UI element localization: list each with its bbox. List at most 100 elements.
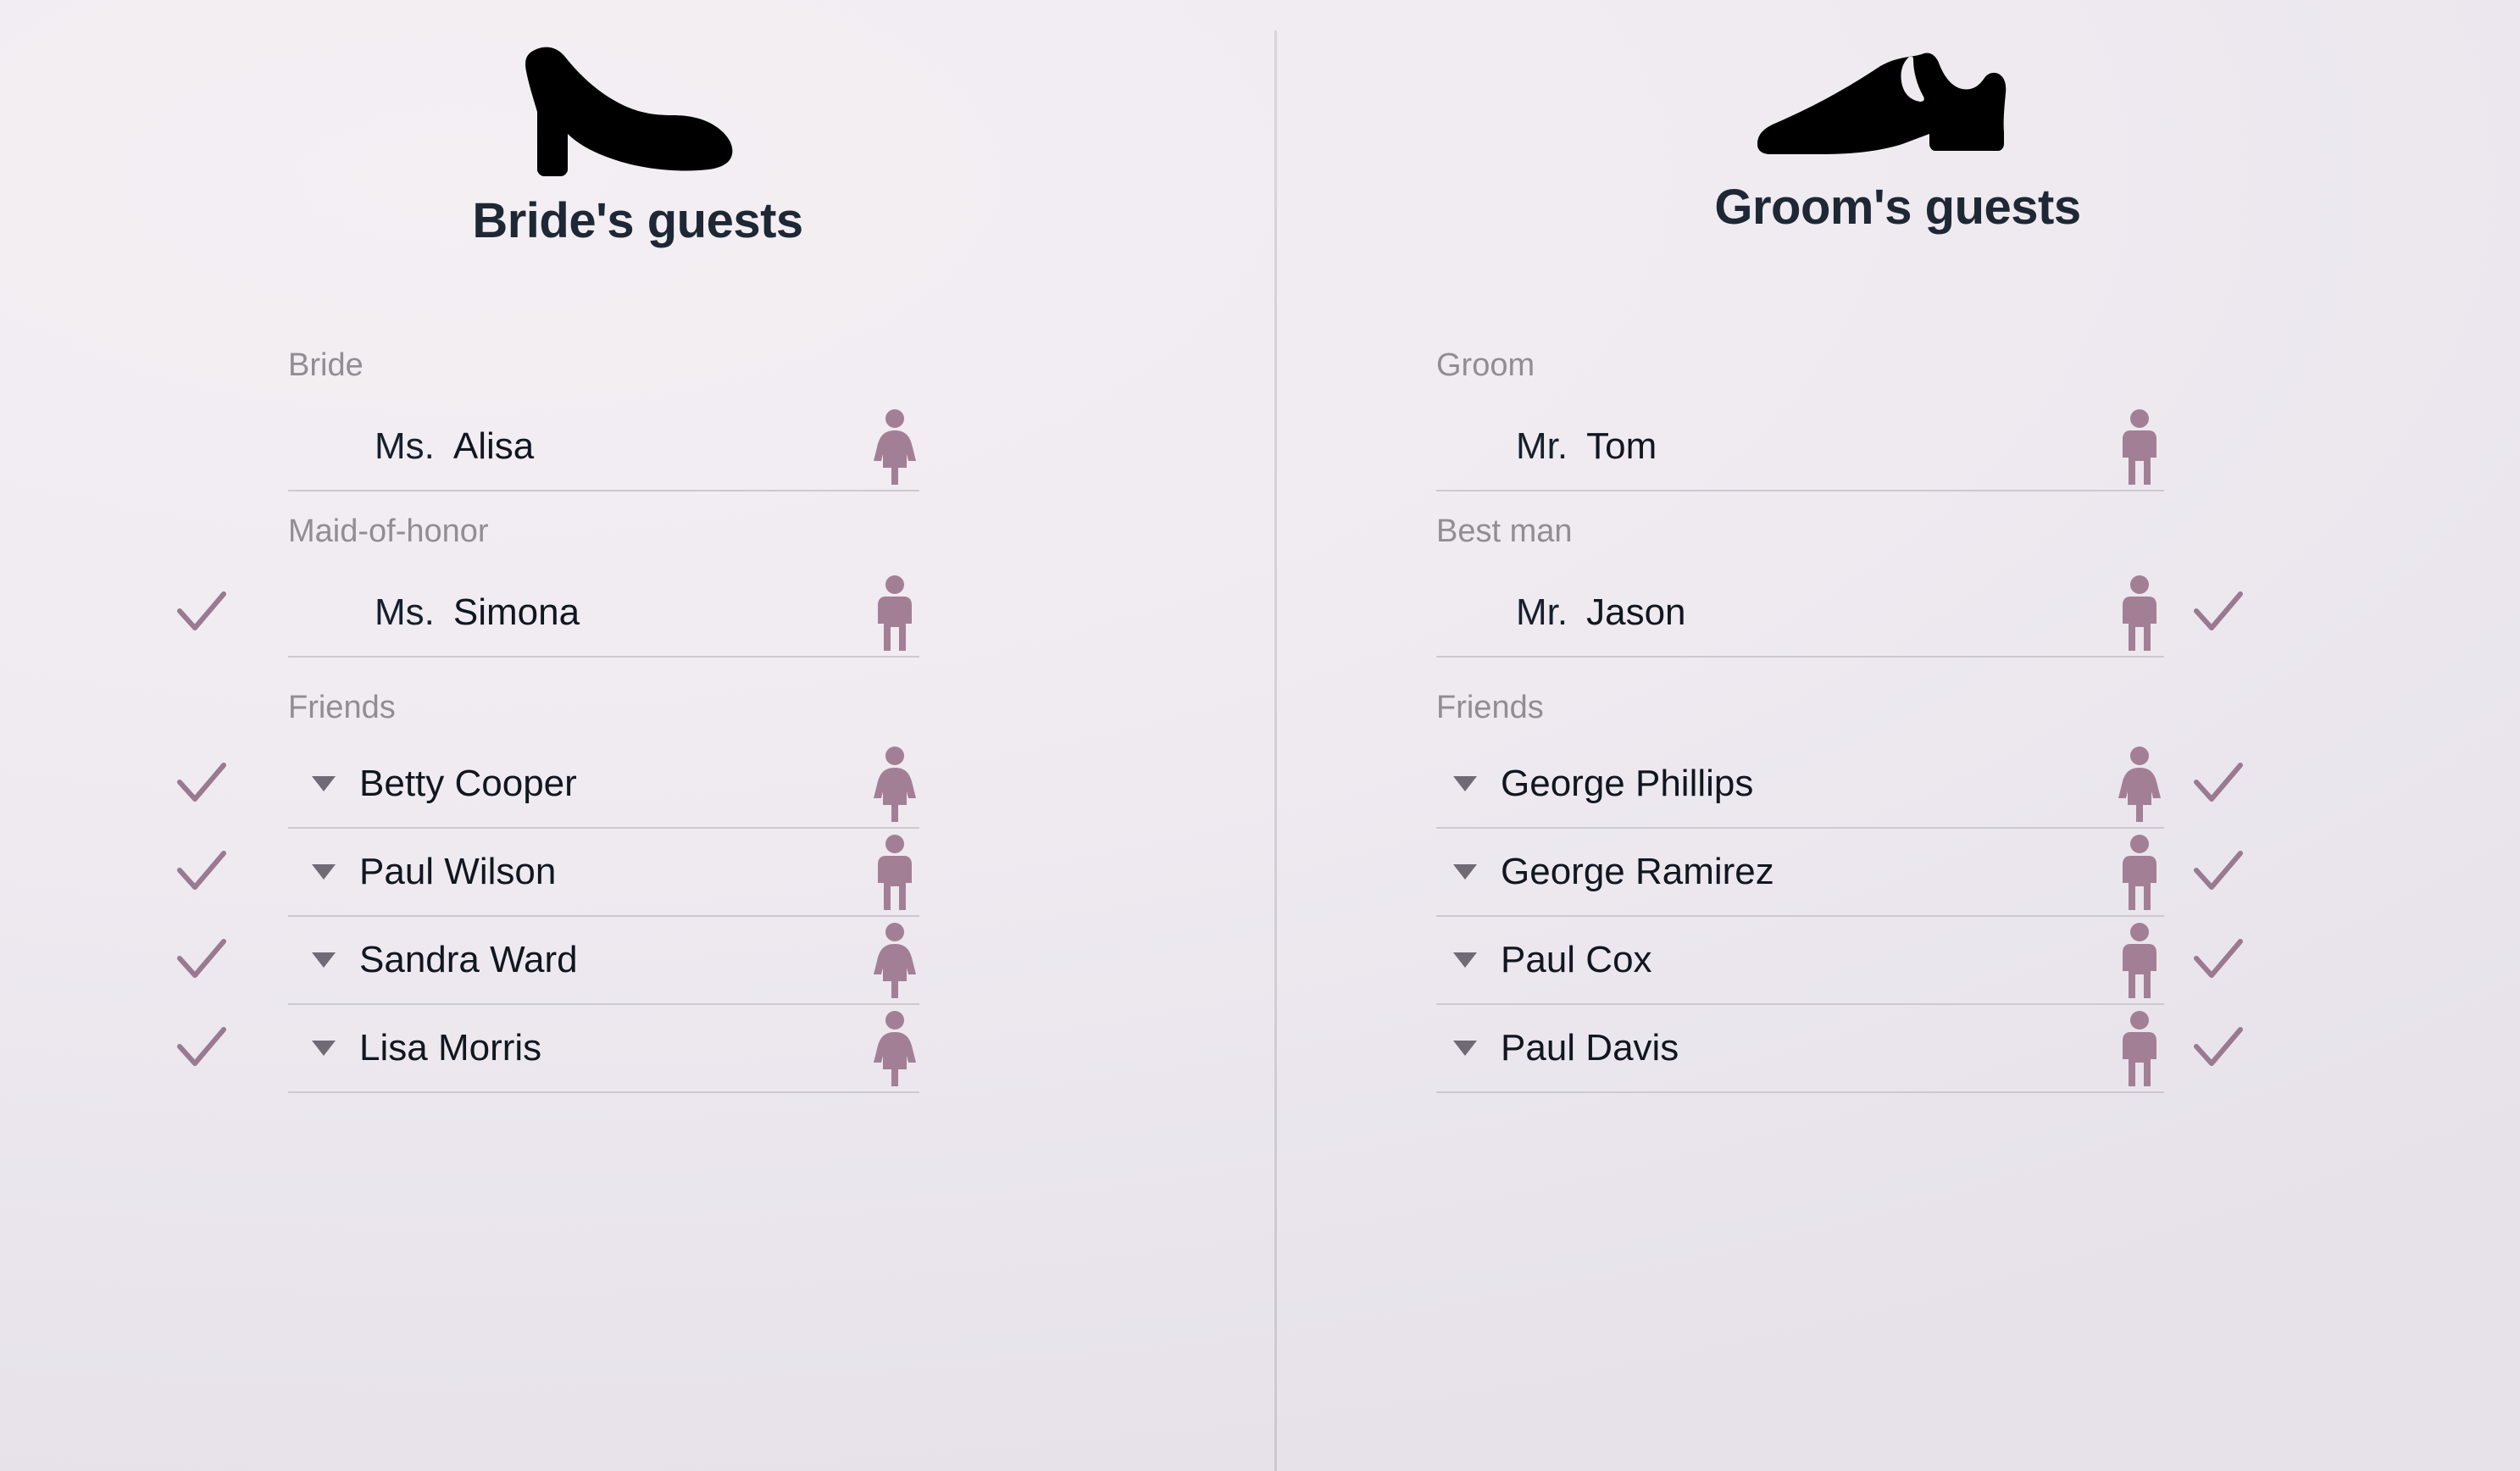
male-figure-icon <box>2123 1011 2156 1086</box>
expand-caret-slot[interactable] <box>1453 439 1501 454</box>
chevron-down-icon <box>1453 864 1477 880</box>
guest-name: Sandra Ward <box>359 939 578 980</box>
page-title: Bride's guests <box>472 193 803 248</box>
chevron-down-icon <box>312 1041 336 1056</box>
guest-name: George Phillips <box>1501 763 1754 804</box>
brides-guests-column: Bride's guests Bride Ms. Alisa Maid-of-h… <box>0 0 1275 1471</box>
guest-name: George Ramirez <box>1501 851 1774 892</box>
table-row[interactable]: Mr. Jason <box>1436 569 2243 658</box>
checkmark-icon <box>2194 591 2243 630</box>
guest-name: Paul Wilson <box>359 851 557 892</box>
female-figure-icon <box>874 923 916 998</box>
check-slot[interactable] <box>161 1005 242 1091</box>
high-heel-shoe-icon <box>525 47 732 177</box>
expand-caret-slot[interactable] <box>312 776 359 791</box>
group-groom: Groom Mr. Tom <box>1436 349 2164 491</box>
expand-caret-slot[interactable] <box>312 864 359 880</box>
chevron-down-icon <box>1453 776 1477 791</box>
checkmark-icon <box>177 591 226 630</box>
dress-shoe-icon <box>1757 53 2006 154</box>
table-row[interactable]: Betty Cooper <box>177 741 919 829</box>
table-row[interactable]: Lisa Morris <box>177 1005 919 1093</box>
guest-name: Jason <box>1586 591 1686 633</box>
honorific-label: Mr. <box>1516 425 1568 467</box>
honorific-label: Mr. <box>1516 591 1568 633</box>
checkmark-icon <box>177 939 226 978</box>
checkmark-icon <box>2194 763 2243 802</box>
check-slot[interactable] <box>2178 569 2259 656</box>
guest-name: Alisa <box>452 425 535 467</box>
guest-list-board: Bride's guests Bride Ms. Alisa Maid-of-h… <box>0 0 2520 1471</box>
checkmark-icon <box>2194 1027 2243 1066</box>
table-row[interactable]: Ms. Simona <box>177 569 919 658</box>
checkmark-icon <box>2194 851 2243 890</box>
expand-caret-slot[interactable] <box>1453 776 1501 791</box>
table-row[interactable]: Sandra Ward <box>177 917 919 1005</box>
checkmark-icon <box>177 763 226 802</box>
check-slot[interactable] <box>2178 403 2259 490</box>
chevron-down-icon <box>312 776 336 791</box>
table-row[interactable]: George Phillips <box>1436 741 2243 829</box>
group-label: Bride <box>288 347 364 383</box>
check-slot[interactable] <box>161 569 242 656</box>
grooms-guests-column: Groom's guests Groom Mr. Tom Best man Mr… <box>1275 0 2520 1471</box>
male-figure-icon <box>878 575 912 651</box>
chevron-down-icon <box>312 952 336 968</box>
chevron-down-icon <box>1453 952 1477 968</box>
group-friends: Friends Betty Cooper Paul Wilson Sandra … <box>177 690 919 1093</box>
female-figure-icon <box>874 1011 916 1086</box>
check-slot[interactable] <box>2178 1005 2259 1091</box>
expand-caret-slot[interactable] <box>312 952 359 968</box>
expand-caret-slot[interactable] <box>1453 605 1501 620</box>
guest-name: Lisa Morris <box>359 1027 542 1069</box>
column-divider <box>1274 31 1277 1471</box>
group-bride: Bride Ms. Alisa <box>288 349 919 491</box>
checkmark-icon <box>2194 939 2243 978</box>
expand-caret-slot[interactable] <box>312 1041 359 1056</box>
group-friends: Friends George Phillips George Ramirez P… <box>1436 690 2243 1093</box>
table-row[interactable]: Paul Davis <box>1436 1005 2243 1093</box>
grooms-column-header: Groom's guests <box>1275 0 2520 232</box>
check-slot[interactable] <box>2178 741 2259 827</box>
guest-name: Paul Cox <box>1501 939 1652 980</box>
page-title: Groom's guests <box>1714 180 2081 235</box>
guest-name: Paul Davis <box>1501 1027 1679 1069</box>
expand-caret-slot[interactable] <box>1453 952 1501 968</box>
male-figure-icon <box>2123 409 2156 485</box>
group-label: Groom <box>1436 347 1535 383</box>
group-label: Friends <box>288 690 396 725</box>
checkmark-icon <box>177 851 226 890</box>
honorific-label: Ms. <box>375 591 435 633</box>
honorific-label: Ms. <box>375 425 435 467</box>
check-slot[interactable] <box>161 741 242 827</box>
chevron-down-icon <box>1453 1041 1477 1056</box>
female-figure-icon <box>874 409 916 485</box>
table-row[interactable]: Paul Wilson <box>177 829 919 917</box>
brides-column-header: Bride's guests <box>0 0 1275 246</box>
checkmark-icon <box>177 1027 226 1066</box>
expand-caret-slot[interactable] <box>1453 1041 1501 1056</box>
brides-guest-list: Bride Ms. Alisa Maid-of-honor Ms. Simona… <box>0 349 1275 1093</box>
male-figure-icon <box>2123 923 2156 998</box>
expand-caret-slot[interactable] <box>1453 864 1501 880</box>
expand-caret-slot[interactable] <box>312 439 359 454</box>
grooms-guest-list: Groom Mr. Tom Best man Mr. Jason Friends… <box>1275 349 2520 1093</box>
group-maid-of-honor: Maid-of-honor Ms. Simona <box>177 515 919 658</box>
check-slot[interactable] <box>2178 829 2259 915</box>
table-row[interactable]: Mr. Tom <box>1436 403 2164 491</box>
female-figure-icon <box>2118 747 2161 822</box>
check-slot[interactable] <box>161 829 242 915</box>
guest-name: Tom <box>1586 425 1657 467</box>
expand-caret-slot[interactable] <box>312 605 359 620</box>
check-slot[interactable] <box>161 403 242 490</box>
table-row[interactable]: Paul Cox <box>1436 917 2243 1005</box>
male-figure-icon <box>2123 575 2156 651</box>
table-row[interactable]: George Ramirez <box>1436 829 2243 917</box>
guest-name: Simona <box>452 591 580 633</box>
group-label: Friends <box>1436 690 1544 725</box>
table-row[interactable]: Ms. Alisa <box>288 403 919 491</box>
chevron-down-icon <box>312 864 336 880</box>
male-figure-icon <box>2123 835 2156 910</box>
check-slot[interactable] <box>2178 917 2259 1003</box>
check-slot[interactable] <box>161 917 242 1003</box>
